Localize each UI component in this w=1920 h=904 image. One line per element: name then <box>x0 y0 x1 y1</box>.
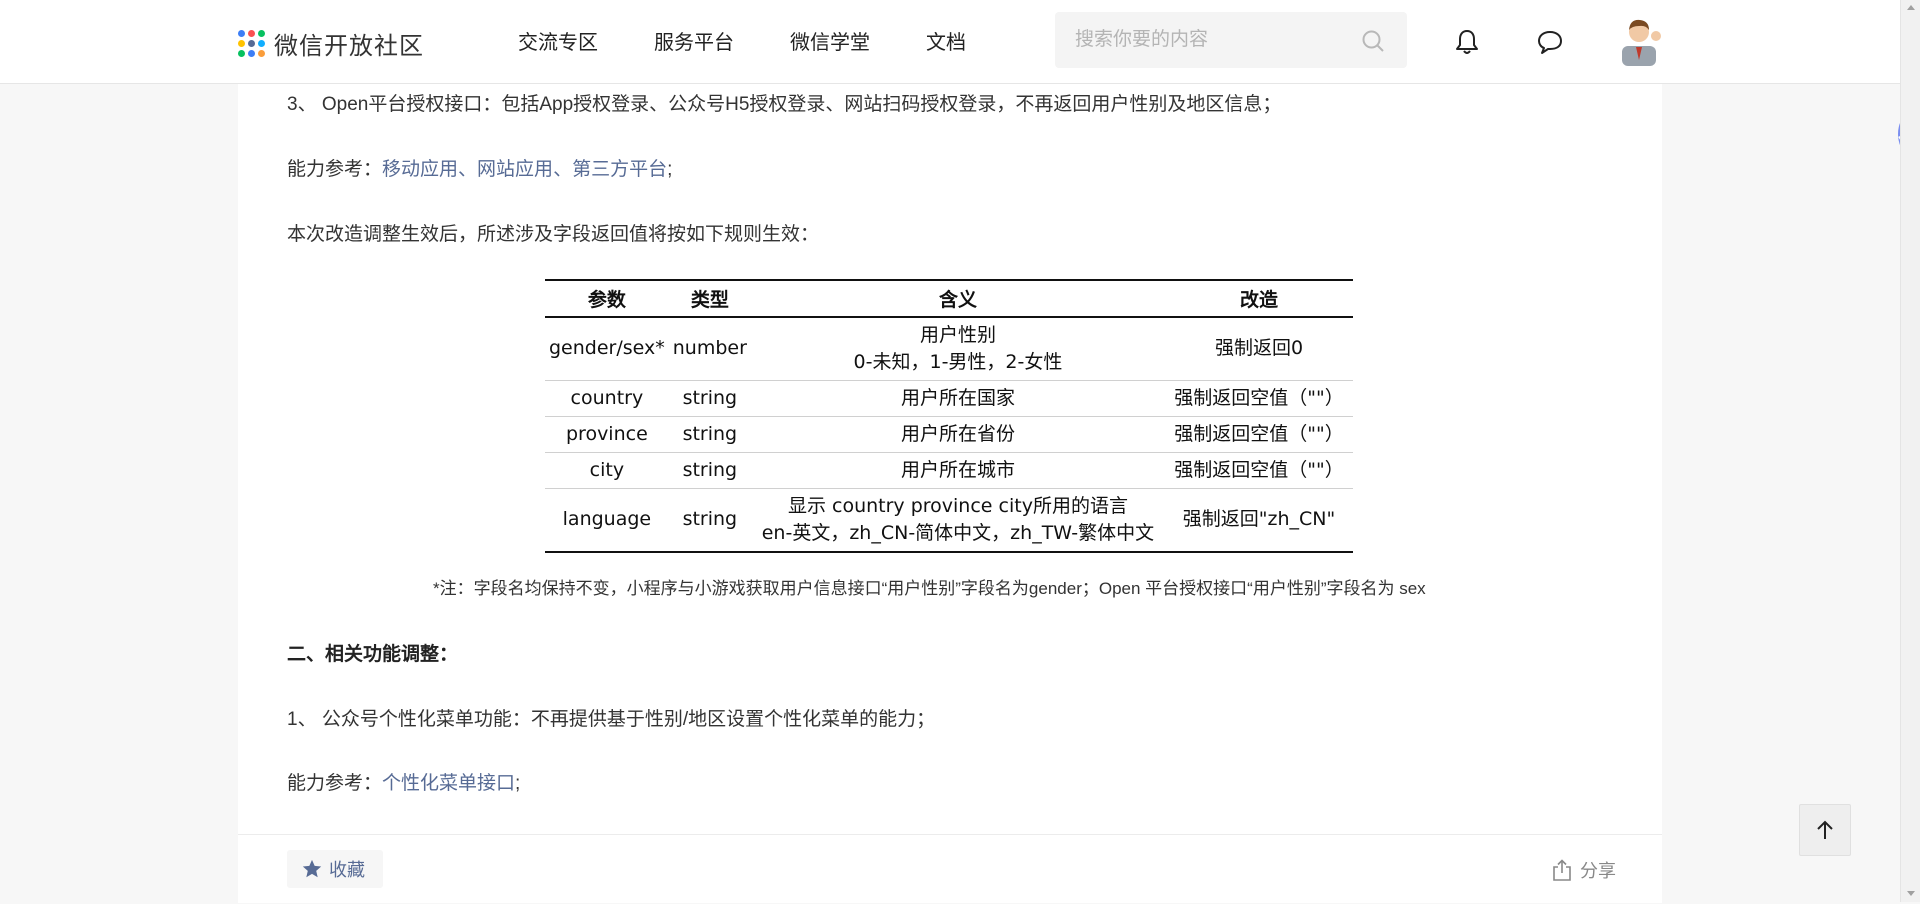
favorite-label: 收藏 <box>329 860 365 880</box>
search-box <box>1055 12 1407 68</box>
meaning-cell: 用户性别 0-未知，1-男性，2-女性 <box>750 317 1165 381</box>
share-icon <box>1552 859 1572 881</box>
type-cell: string <box>682 508 738 531</box>
table-row: language string 显示 country province city… <box>545 488 1353 552</box>
scroll-up-arrow-icon[interactable] <box>1905 1 1917 15</box>
article-paragraph: 3、 Open平台授权接口：包括App授权登录、公众号H5授权登录、网站扫码授权… <box>287 94 1282 115</box>
column-header-param: 参数 <box>545 280 669 318</box>
meaning-cell: 用户所在城市 <box>750 452 1165 489</box>
meaning-line: 0-未知，1-男性，2-女性 <box>853 350 1063 373</box>
section-heading: 二、相关功能调整： <box>287 644 459 665</box>
logo-icon <box>238 29 266 58</box>
table-footnote: *注：字段名均保持不变，小程序与小游戏获取用户信息接口“用户性别”字段名为gen… <box>433 579 1426 598</box>
param-cell: gender/sex* <box>545 317 669 381</box>
link-personalized-menu-api[interactable]: 个性化菜单接口 <box>382 773 515 794</box>
type-cell: string <box>668 416 751 453</box>
capability-reference: 能力参考：个性化菜单接口; <box>287 768 520 795</box>
link-separator: 、 <box>553 159 573 180</box>
nav-item-service-platform[interactable]: 服务平台 <box>654 26 734 55</box>
reference-suffix: ; <box>515 773 521 794</box>
meaning-cell: 显示 country province city所用的语言 en-英文，zh_CN… <box>751 488 1165 552</box>
meaning-cell: 用户所在省份 <box>750 416 1165 453</box>
share-label: 分享 <box>1580 861 1616 881</box>
type-cell: number <box>668 317 751 381</box>
main-nav: 交流专区 服务平台 微信学堂 文档 <box>518 26 1022 55</box>
search-input[interactable] <box>1073 28 1357 52</box>
top-navigation-bar: 微信开放社区 交流专区 服务平台 微信学堂 文档 <box>0 0 1900 84</box>
search-icon[interactable] <box>1361 29 1385 58</box>
capability-reference: 能力参考：移动应用、网站应用、第三方平台; <box>287 154 672 181</box>
star-icon <box>301 858 323 880</box>
column-header-meaning: 含义 <box>750 280 1165 318</box>
reference-suffix: ; <box>667 159 673 180</box>
nav-item-docs[interactable]: 文档 <box>926 26 966 55</box>
table-row: country string 用户所在国家 强制返回空值（""） <box>545 380 1353 417</box>
param-cell: city <box>545 452 669 489</box>
link-separator: 、 <box>458 159 478 180</box>
meaning-cell: 用户所在国家 <box>750 380 1165 417</box>
table-row: province string 用户所在省份 强制返回空值（""） <box>545 416 1353 453</box>
meaning-line: 用户性别 <box>919 323 996 346</box>
type-cell: string <box>668 380 751 417</box>
link-website-app[interactable]: 网站应用 <box>477 159 553 180</box>
scroll-down-arrow-icon[interactable] <box>1905 886 1917 898</box>
column-header-change: 改造 <box>1165 280 1353 318</box>
change-cell: 强制返回空值（""） <box>1165 380 1353 417</box>
site-logo[interactable]: 微信开放社区 <box>238 26 424 61</box>
arrow-up-icon <box>1815 819 1835 841</box>
reference-prefix: 能力参考： <box>287 159 383 180</box>
bell-icon[interactable] <box>1454 28 1480 61</box>
share-button[interactable]: 分享 <box>1544 857 1616 883</box>
field-change-table: 参数 类型 含义 改造 gender/sex* number 用户性别 0-未知，… <box>545 279 1353 553</box>
change-cell: 强制返回0 <box>1165 317 1353 381</box>
message-icon[interactable] <box>1536 28 1564 61</box>
table-header-row: 参数 类型 含义 改造 <box>545 280 1353 318</box>
article-body: 3、 Open平台授权接口：包括App授权登录、公众号H5授权登录、网站扫码授权… <box>238 84 1662 834</box>
link-mobile-app[interactable]: 移动应用 <box>382 159 458 180</box>
user-avatar[interactable] <box>1618 16 1662 66</box>
table-row: city string 用户所在城市 强制返回空值（""） <box>545 452 1353 489</box>
table-row: gender/sex* number 用户性别 0-未知，1-男性，2-女性 强制… <box>545 317 1353 381</box>
logo-text: 微信开放社区 <box>274 33 424 60</box>
article-paragraph: 1、 公众号个性化菜单功能：不再提供基于性别/地区设置个性化菜单的能力； <box>287 709 936 730</box>
article-paragraph: 本次改造调整生效后，所述涉及字段返回值将按如下规则生效： <box>287 224 820 245</box>
param-cell: language <box>562 508 652 531</box>
change-cell: 强制返回"zh_CN" <box>1182 508 1336 531</box>
favorite-button[interactable]: 收藏 <box>287 850 383 888</box>
vertical-scrollbar[interactable] <box>1900 0 1920 902</box>
nav-item-academy[interactable]: 微信学堂 <box>790 26 870 55</box>
param-cell: province <box>545 416 669 453</box>
type-cell: string <box>668 452 751 489</box>
meaning-line: 显示 country province city所用的语言 <box>787 494 1128 517</box>
article-action-bar: 收藏 分享 <box>238 834 1662 903</box>
meaning-line: en-英文，zh_CN-简体中文，zh_TW-繁体中文 <box>761 521 1155 544</box>
nav-item-community[interactable]: 交流专区 <box>518 26 598 55</box>
column-header-type: 类型 <box>668 280 751 318</box>
back-to-top-button[interactable] <box>1799 804 1851 856</box>
reference-prefix: 能力参考： <box>287 773 383 794</box>
change-cell: 强制返回空值（""） <box>1165 452 1353 489</box>
change-cell: 强制返回空值（""） <box>1165 416 1353 453</box>
link-third-party-platform[interactable]: 第三方平台 <box>572 159 667 180</box>
param-cell: country <box>545 380 669 417</box>
